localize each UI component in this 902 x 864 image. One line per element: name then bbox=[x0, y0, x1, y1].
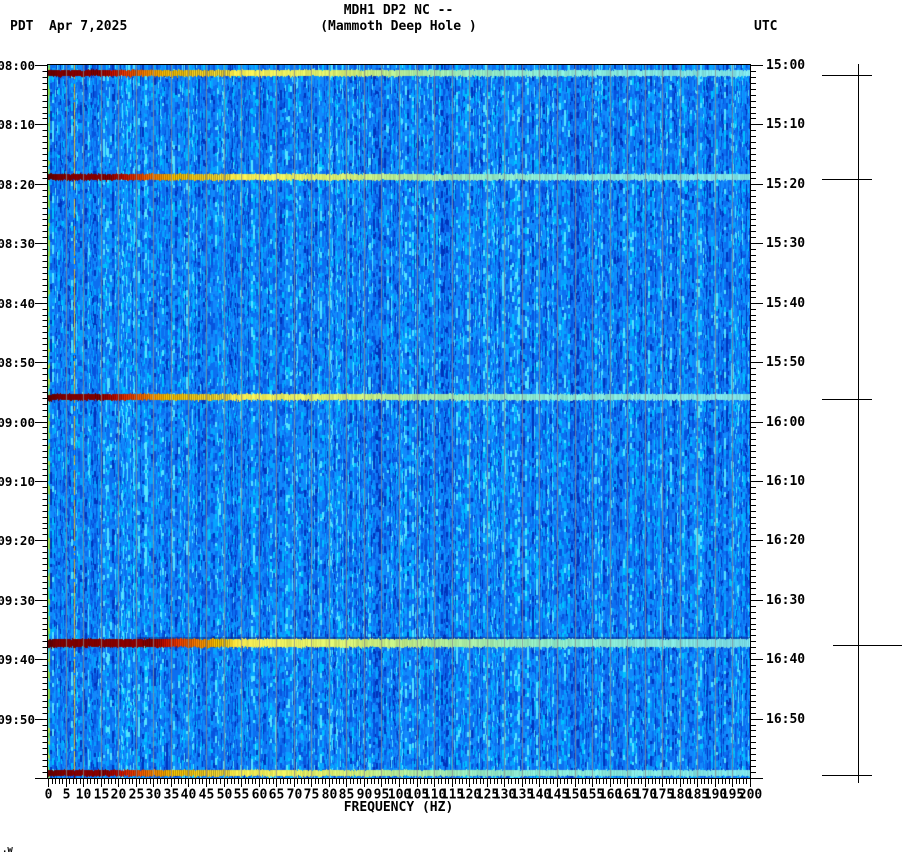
y-left-tick-label: 09:30 bbox=[0, 593, 35, 608]
y-right-tick-label: 15:00 bbox=[766, 58, 805, 73]
chart-title: MDH1 DP2 NC -- bbox=[343, 3, 454, 18]
watermark-glyph: .w bbox=[2, 845, 13, 855]
y-left-tick-label: 09:20 bbox=[0, 533, 35, 548]
y-left-tick-label: 09:40 bbox=[0, 652, 35, 667]
y-right-tick-label: 15:40 bbox=[766, 296, 805, 311]
y-left-tick-label: 09:10 bbox=[0, 474, 35, 489]
y-right-tick-label: 16:20 bbox=[766, 533, 805, 548]
y-right-tick-label: 16:10 bbox=[766, 474, 805, 489]
spectrogram-heatmap bbox=[47, 64, 751, 779]
y-left-tick-label: 08:20 bbox=[0, 177, 35, 192]
y-left-tick-label: 08:30 bbox=[0, 236, 35, 251]
y-left-tick-label: 09:00 bbox=[0, 415, 35, 430]
chart-subtitle: (Mammoth Deep Hole ) bbox=[320, 19, 477, 34]
y-right-tick-label: 16:50 bbox=[766, 712, 805, 727]
y-left-tick-label: 08:10 bbox=[0, 117, 35, 132]
y-right-tick-label: 16:40 bbox=[766, 652, 805, 667]
y-right-tick-label: 15:50 bbox=[766, 355, 805, 370]
y-right-tick-label: 16:00 bbox=[766, 415, 805, 430]
y-right-tick-label: 15:30 bbox=[766, 236, 805, 251]
timezone-left-label: PDT bbox=[10, 19, 34, 34]
y-right-tick-label: 15:20 bbox=[766, 177, 805, 192]
y-left-tick-label: 08:40 bbox=[0, 296, 35, 311]
y-left-tick-label: 08:50 bbox=[0, 355, 35, 370]
y-right-tick-label: 15:10 bbox=[766, 117, 805, 132]
y-left-tick-label: 09:50 bbox=[0, 712, 35, 727]
timezone-right-label: UTC bbox=[754, 19, 778, 34]
x-axis-title: FREQUENCY (HZ) bbox=[343, 800, 454, 815]
y-right-tick-label: 16:30 bbox=[766, 593, 805, 608]
spectrogram-page: PDT Apr 7,2025 MDH1 DP2 NC -- (Mammoth D… bbox=[0, 0, 902, 864]
y-left-tick-label: 08:00 bbox=[0, 58, 35, 73]
